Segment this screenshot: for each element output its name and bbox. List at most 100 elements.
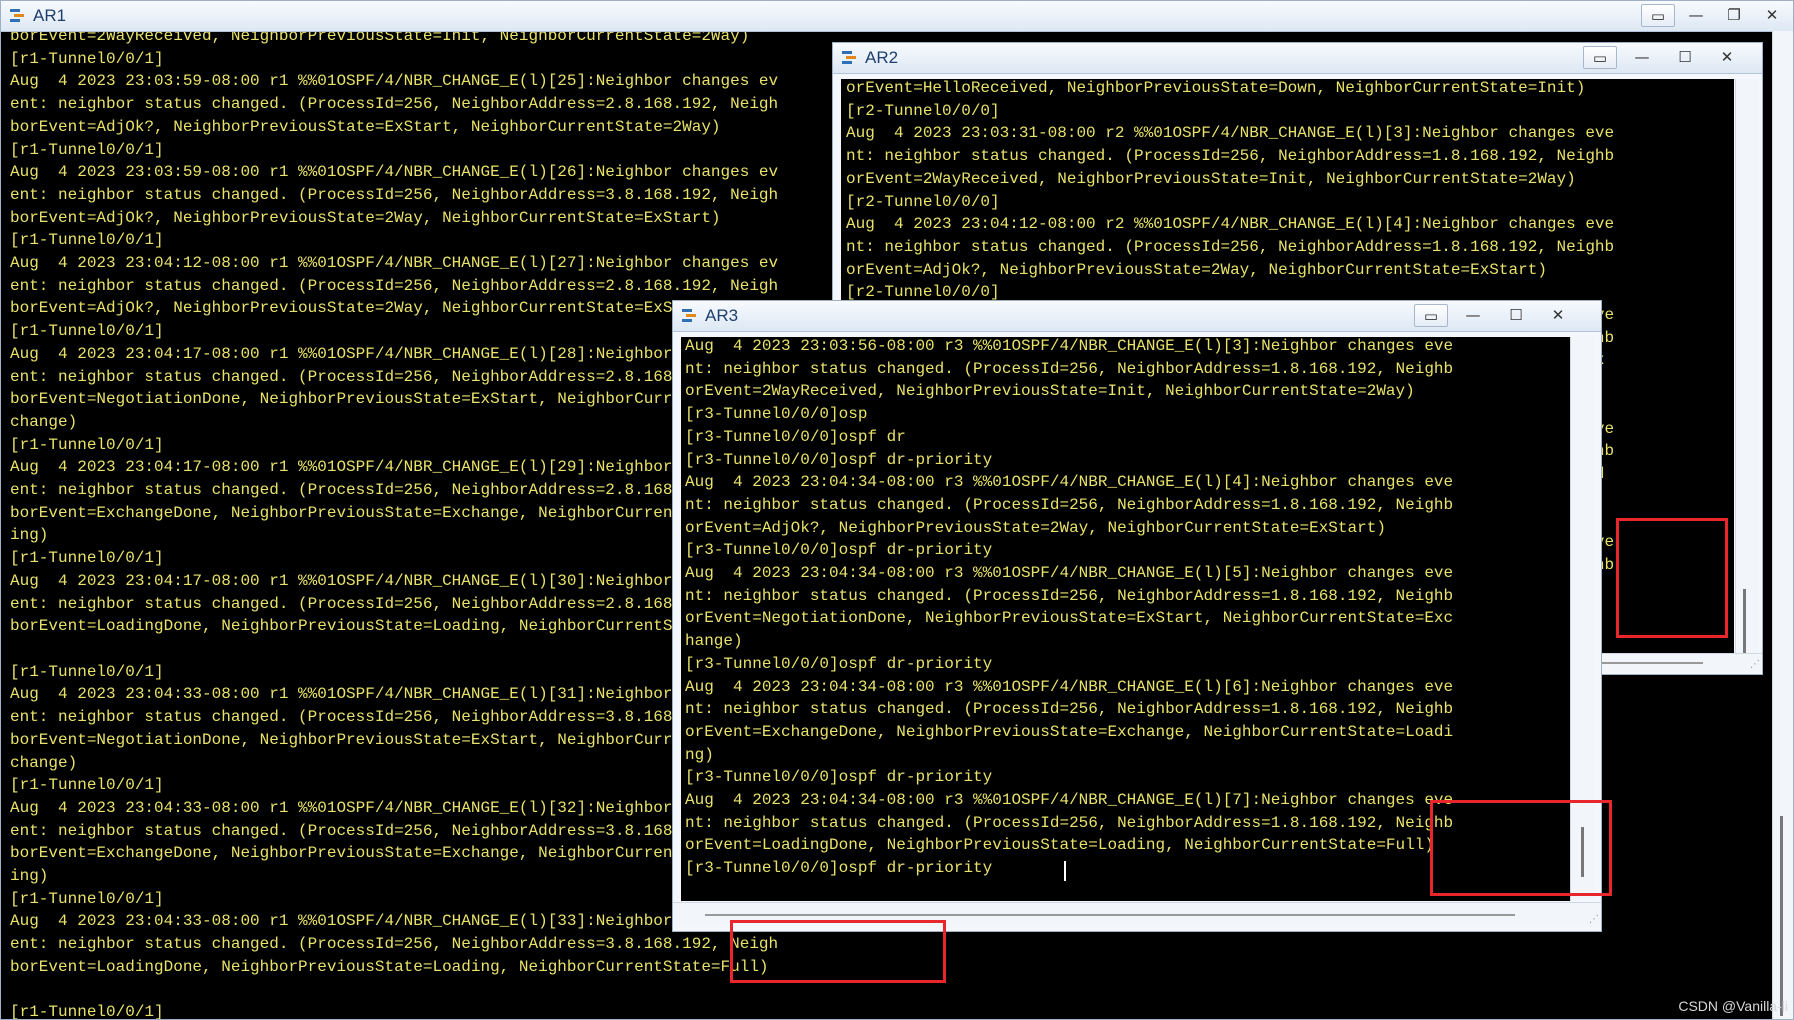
ensp-app-icon [842,51,856,64]
ar1-console-line: [r1-Tunnel0/0/1] [10,231,164,250]
ar1-console-line: [r1-Tunnel0/0/1] [10,435,164,454]
ar3-console-line: [r3-Tunnel0/0/0]osp [685,405,868,424]
ar3-console-line: [r3-Tunnel0/0/0]ospf dr-priority [685,541,993,560]
ar1-console-line: [r1-Tunnel0/0/1] [10,140,164,159]
ar2-title-bar[interactable]: AR2 ▭ — ☐ ✕ [833,43,1762,74]
maximize-icon[interactable]: ☐ [1668,46,1702,69]
ar1-console-line: borEvent=AdjOk?, NeighborPreviousState=2… [10,299,721,318]
console-config-icon[interactable]: ▭ [1583,46,1617,69]
ar2-console-line: [r2-Tunnel0/0/0] [846,192,1000,211]
ar1-console-line: ent: neighbor status changed. (ProcessId… [10,821,779,840]
watermark: CSDN @Vanilla-li [1678,998,1788,1014]
close-icon[interactable]: ✕ [1710,46,1744,69]
ar3-console-line: Aug 4 2023 23:04:34-08:00 r3 %%01OSPF/4/… [685,564,1454,583]
ar3-console-line: nt: neighbor status changed. (ProcessId=… [685,700,1454,719]
ar1-console-line: borEvent=LoadingDone, NeighborPreviousSt… [10,617,769,636]
ar1-console-line: [r1-Tunnel0/0/1] [10,662,164,681]
ar1-console-line: Aug 4 2023 23:04:17-08:00 r1 %%01OSPF/4/… [10,571,779,590]
ar1-console-line: Aug 4 2023 23:03:59-08:00 r1 %%01OSPF/4/… [10,163,779,182]
ar1-scroll-thumb[interactable] [1780,816,1783,1016]
highlight-box-ar1-full [730,920,946,983]
console-config-icon[interactable]: ▭ [1641,4,1675,27]
ar3-console-line: nt: neighbor status changed. (ProcessId=… [685,495,1454,514]
resize-grip-icon[interactable]: ⋰ [1750,659,1760,670]
ar2-console-line: nt: neighbor status changed. (ProcessId=… [846,147,1615,166]
ar1-console-line: ent: neighbor status changed. (ProcessId… [10,594,779,613]
ar3-console-line: orEvent=2WayReceived, NeighborPreviousSt… [685,382,1415,401]
ar2-console-line: Aug 4 2023 23:03:31-08:00 r2 %%01OSPF/4/… [846,124,1615,143]
ar2-vertical-scrollbar[interactable] [1735,79,1758,659]
ensp-app-icon [10,9,24,22]
ar1-console-line: Aug 4 2023 23:04:33-08:00 r1 %%01OSPF/4/… [10,685,779,704]
ar3-console-line: nt: neighbor status changed. (ProcessId=… [685,359,1454,378]
ar3-console-line: orEvent=AdjOk?, NeighborPreviousState=2W… [685,518,1386,537]
ar3-console-line: Aug 4 2023 23:03:56-08:00 r3 %%01OSPF/4/… [685,337,1454,355]
ar1-console-line: change) [10,753,78,772]
ar1-title-bar[interactable]: AR1 ▭ — ❐ ✕ [1,1,1793,32]
ar3-console-line: Aug 4 2023 23:04:34-08:00 r3 %%01OSPF/4/… [685,677,1454,696]
minimize-icon[interactable]: — [1456,304,1490,327]
ar3-console-line: [r3-Tunnel0/0/0]ospf dr [685,427,906,446]
ar1-console-line: borEvent=AdjOk?, NeighborPreviousState=2… [10,208,721,227]
ar2-console-line: [r2-Tunnel0/0/0] [846,283,1000,302]
ar1-console-line: borEvent=LoadingDone, NeighborPreviousSt… [10,957,769,976]
ar1-console-line: [r1-Tunnel0/0/1] [10,889,164,908]
ar1-console-line: ent: neighbor status changed. (ProcessId… [10,95,779,114]
text-cursor [1064,861,1066,881]
ar3-console-line: [r3-Tunnel0/0/0]ospf dr-priority [685,450,993,469]
close-icon[interactable]: ✕ [1541,304,1575,327]
ar3-console-line: [r3-Tunnel0/0/0]ospf dr-priority [685,859,1002,878]
ar3-console-output: Aug 4 2023 23:03:56-08:00 r3 %%01OSPF/4/… [681,337,1571,880]
highlight-box-ar2-full [1616,518,1728,638]
ar2-console-line: orEvent=2WayReceived, NeighborPreviousSt… [846,169,1576,188]
ar3-console-line: hange) [685,632,743,651]
ar1-console-line: [r1-Tunnel0/0/1] [10,549,164,568]
ar3-console-line: orEvent=ExchangeDone, NeighborPreviousSt… [685,722,1454,741]
ar3-hscroll-thumb[interactable] [705,914,1515,916]
ar1-console-line: Aug 4 2023 23:03:59-08:00 r1 %%01OSPF/4/… [10,72,779,91]
resize-grip-icon[interactable]: ⋰ [1589,914,1599,925]
minimize-icon[interactable]: — [1625,46,1659,69]
ar3-title-bar[interactable]: AR3 ▭ — ☐ ✕ [673,301,1601,332]
ar1-console-line: borEvent=ExchangeDone, NeighborPreviousS… [10,844,779,863]
ar2-console-line: Aug 4 2023 23:04:12-08:00 r2 %%01OSPF/4/… [846,215,1615,234]
ar1-console-line: [r1-Tunnel0/0/1] [10,322,164,341]
ar1-console-line: borEvent=2WayReceived, NeighborPreviousS… [10,32,750,45]
ar3-console-line: [r3-Tunnel0/0/0]ospf dr-priority [685,654,993,673]
ar1-console-line: Aug 4 2023 23:04:17-08:00 r1 %%01OSPF/4/… [10,458,779,477]
ar2-console-line: orEvent=AdjOk?, NeighborPreviousState=2W… [846,260,1547,279]
ar2-console-line: [r2-Tunnel0/0/0] [846,101,1000,120]
ar1-title: AR1 [33,6,67,25]
maximize-icon[interactable]: ☐ [1499,304,1533,327]
ar1-console-line: borEvent=AdjOk?, NeighborPreviousState=E… [10,117,721,136]
close-icon[interactable]: ✕ [1755,4,1789,27]
ar1-console-line: ing) [10,867,49,886]
ar2-scroll-thumb[interactable] [1743,589,1746,659]
minimize-icon[interactable]: — [1679,4,1713,27]
ar3-console-line: nt: neighbor status changed. (ProcessId=… [685,586,1454,605]
ar3-console-line: [r3-Tunnel0/0/0]ospf dr-priority [685,768,993,787]
ar3-console-line: Aug 4 2023 23:04:34-08:00 r3 %%01OSPF/4/… [685,473,1454,492]
ar3-title: AR3 [705,306,739,325]
console-config-icon[interactable]: ▭ [1414,304,1448,327]
ar1-console-line: ent: neighbor status changed. (ProcessId… [10,708,779,727]
ar1-vertical-scrollbar[interactable] [1772,31,1793,1019]
ar1-console-line: change) [10,412,78,431]
ar2-title: AR2 [865,48,899,67]
ar1-console-line: borEvent=ExchangeDone, NeighborPreviousS… [10,503,779,522]
restore-icon[interactable]: ❐ [1717,4,1751,27]
ar1-console-line: Aug 4 2023 23:04:33-08:00 r1 %%01OSPF/4/… [10,798,779,817]
ar1-console-line: ent: neighbor status changed. (ProcessId… [10,276,779,295]
ar1-console-line: ing) [10,526,49,545]
ar1-console-line: ent: neighbor status changed. (ProcessId… [10,185,779,204]
ar1-console-line: [r1-Tunnel0/0/1] [10,49,164,68]
ar3-console-line: ng) [685,745,714,764]
ar3-console-line: nt: neighbor status changed. (ProcessId=… [685,813,1454,832]
ar1-console-line: borEvent=NegotiationDone, NeighborPrevio… [10,730,779,749]
ar3-console-line: orEvent=LoadingDone, NeighborPreviousSta… [685,836,1434,855]
ar3-console-line: Aug 4 2023 23:04:34-08:00 r3 %%01OSPF/4/… [685,791,1454,810]
ensp-app-icon [682,309,696,322]
ar3-console-line: orEvent=NegotiationDone, NeighborPreviou… [685,609,1454,628]
ar1-console-line: [r1-Tunnel0/0/1] [10,776,164,795]
ar2-console-line: nt: neighbor status changed. (ProcessId=… [846,237,1615,256]
